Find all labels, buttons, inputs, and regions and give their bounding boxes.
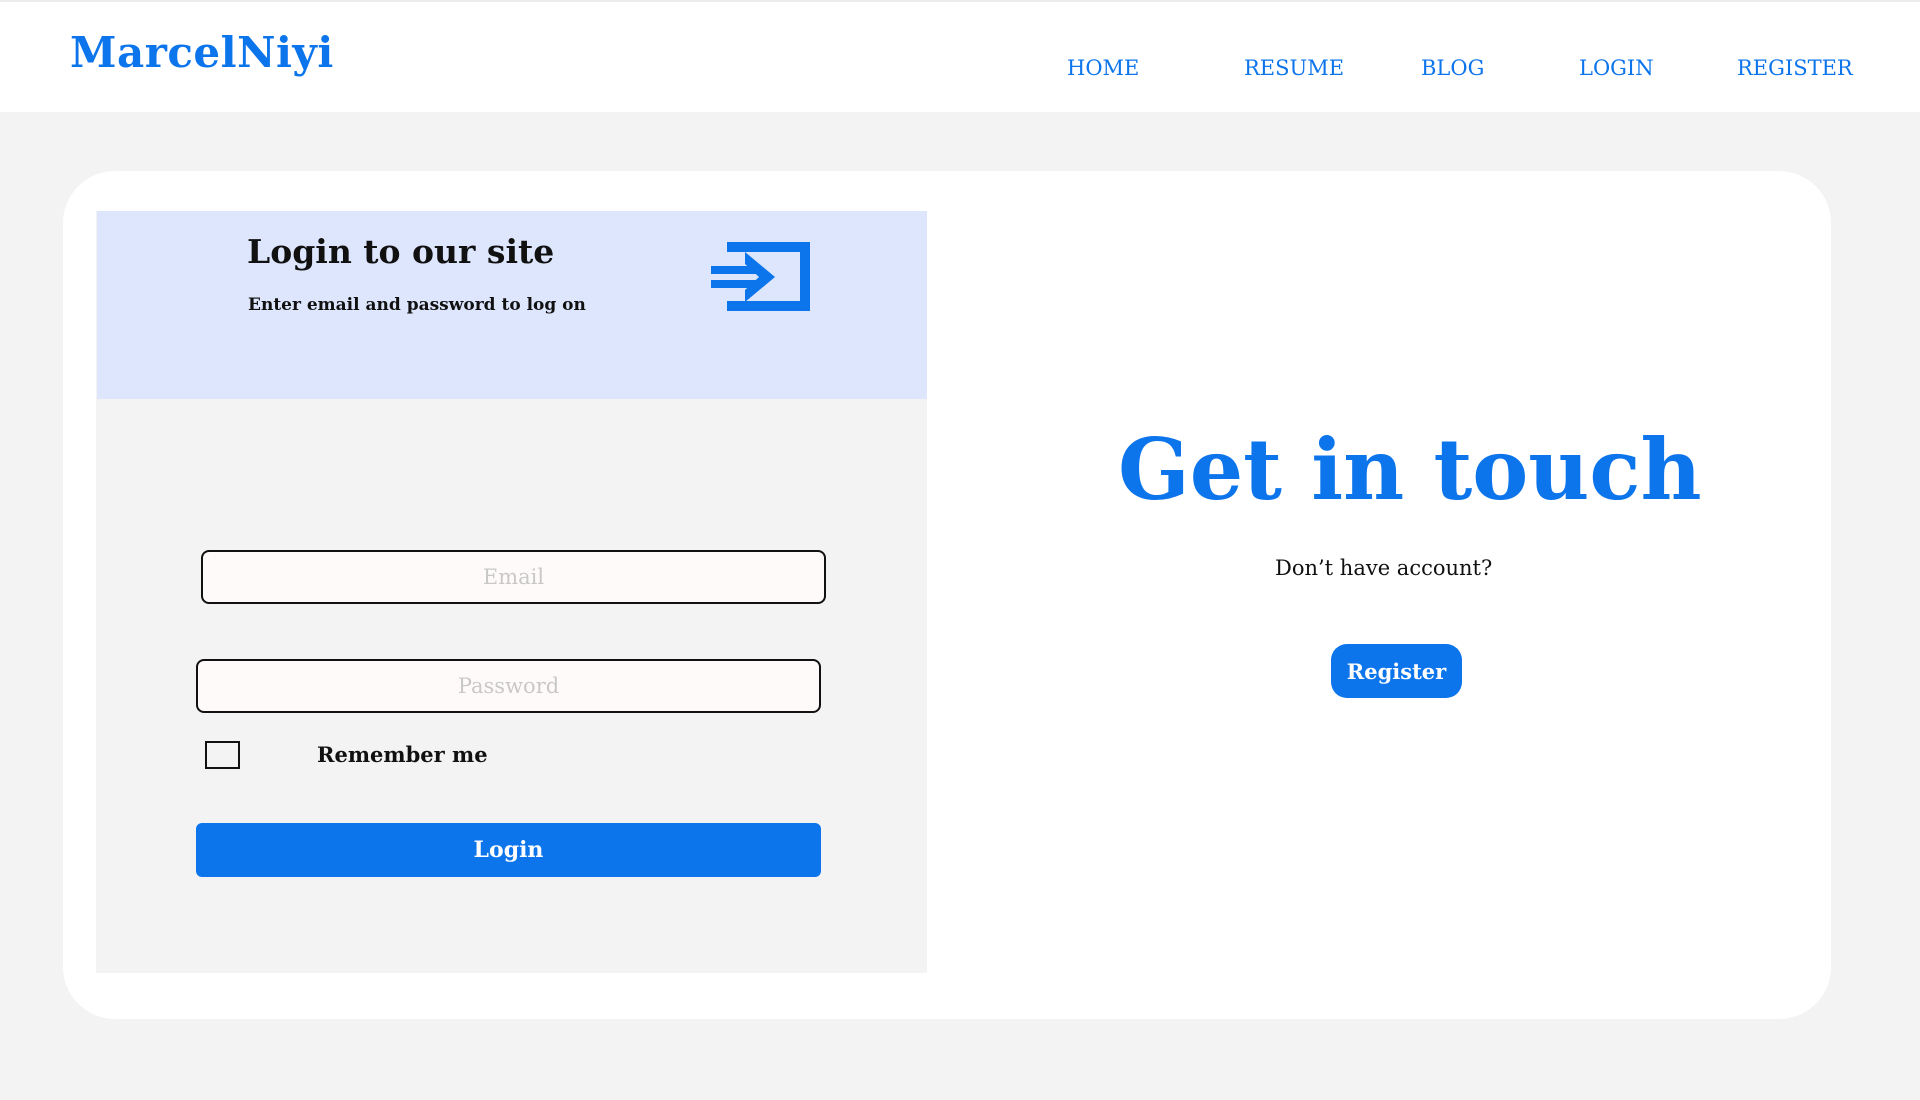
brand-logo[interactable]: MarcelNiyi — [70, 28, 334, 77]
no-account-text: Don’t have account? — [1275, 556, 1493, 580]
nav-blog-link[interactable]: BLOG — [1421, 56, 1484, 80]
register-button[interactable]: Register — [1331, 644, 1462, 698]
login-subtitle: Enter email and password to log on — [248, 295, 586, 315]
login-title: Login to our site — [247, 232, 555, 271]
remember-me-checkbox[interactable] — [205, 741, 240, 769]
remember-me-label[interactable]: Remember me — [317, 742, 488, 767]
nav-login-link[interactable]: LOGIN — [1579, 56, 1654, 80]
nav-resume-link[interactable]: RESUME — [1244, 56, 1344, 80]
nav-register-link[interactable]: REGISTER — [1737, 56, 1853, 80]
top-navbar: MarcelNiyi HOME RESUME BLOG LOGIN REGIST… — [0, 0, 1920, 112]
email-field[interactable] — [201, 550, 826, 604]
password-field[interactable] — [196, 659, 821, 713]
sign-in-icon — [711, 242, 810, 311]
login-button[interactable]: Login — [196, 823, 821, 877]
nav-home-link[interactable]: HOME — [1067, 56, 1139, 80]
get-in-touch-heading: Get in touch — [1118, 420, 1702, 519]
